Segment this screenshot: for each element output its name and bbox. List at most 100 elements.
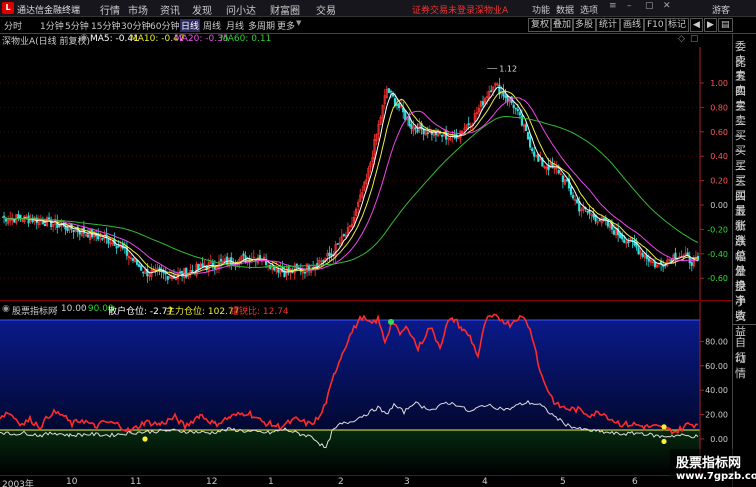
candle-body [219,258,223,262]
close-icon[interactable]: ✕ [663,1,671,11]
candle-body [514,107,517,110]
candle-body [645,255,648,260]
login-notice[interactable]: 证券交易未登录 [412,3,475,16]
period-30min[interactable]: 30分钟 [121,19,150,32]
candle-body [512,104,515,108]
candle-body [138,264,141,267]
candle-body [641,253,644,257]
candle-body [526,131,530,140]
app-name: 通达信金融终端 [17,6,81,16]
period-weekly[interactable]: 周线 [203,19,221,32]
indicator-y-tick-label: 40.00 [705,386,728,395]
candle-body [142,271,145,274]
restore-icon[interactable]: ▢ [645,1,654,11]
settings-icon[interactable]: ≡ [609,1,617,11]
panel-divider [0,300,732,301]
stock-name: 深物业A [475,6,509,16]
period-multi[interactable]: 多周期 [248,19,275,32]
menu-assistant[interactable]: 问小达 [226,2,256,17]
indicator-y-tick-label: 20.00 [705,411,728,420]
watermark-url: www.7gpzb.com [676,471,756,482]
menu-news[interactable]: 资讯 [160,2,180,17]
overlay-button[interactable]: 叠加 [550,18,575,32]
time-axis: 2003年 10 11 12 1 2 3 4 5 6 [0,475,732,487]
menu-wealth-circle[interactable]: 财富圈 [270,2,300,17]
candle-body [490,90,493,93]
menu-options[interactable]: 选项 [580,3,598,16]
period-15min[interactable]: 15分钟 [91,19,120,32]
period-daily[interactable]: 日线 [180,19,201,32]
menu-data[interactable]: 数据 [556,3,574,16]
candlestick-chart[interactable]: 1.00 0.80 0.60 0.40 0.20 0.00 -0.20 -0.40 -0.60 1… [0,47,732,300]
candle-body [690,262,693,266]
mark-button[interactable]: 标记 [665,18,690,32]
candle-body [97,234,100,240]
y-tick-label: -0.40 [707,250,728,259]
chart-expand-icon[interactable]: ▢ [690,34,699,44]
candle-body [410,124,413,129]
more-dropdown-icon[interactable]: ▼ [296,19,301,27]
menu-market[interactable]: 市场 [128,2,148,17]
f10-button[interactable]: F10 [644,18,667,32]
candle-body [107,238,110,244]
minimize-icon[interactable]: – [627,1,632,11]
axis-label-jun: 6 [632,477,638,487]
axis-label-2003: 2003年 [2,480,34,487]
candle-body [571,195,575,199]
multi-stock-button[interactable]: 多股 [572,18,597,32]
candle-body [395,103,399,106]
candle-body [674,252,677,260]
candle-body [201,263,204,267]
draw-line-button[interactable]: 画线 [620,18,645,32]
guest-label[interactable]: 游客 [712,3,730,16]
candle-body [13,219,16,223]
y-tick-label: 0.00 [710,201,728,210]
app-logo-icon: L [2,2,14,14]
chart-settings-icon[interactable]: ◉ [80,33,88,43]
panel-toggle-icon[interactable]: ▤ [718,18,733,32]
signal-dot [142,436,148,442]
stats-button[interactable]: 统计 [596,18,621,32]
candle-body [565,179,569,182]
axis-label-feb: 2 [338,477,344,487]
candle-body [426,132,429,134]
candle-body [58,225,61,227]
indicator-chart[interactable]: 80.00 60.00 40.00 20.00 0.00 [0,302,732,475]
menu-market-quotes[interactable]: 行情 [100,2,120,17]
menu-discover[interactable]: 发现 [192,2,212,17]
chart-option-icon[interactable]: ◇ [678,34,685,44]
menu-trade[interactable]: 交易 [316,2,336,17]
sidebar-quotes[interactable]: 行情 [735,349,756,381]
candle-body [242,253,245,256]
zoom-out-icon[interactable]: ◀ [690,18,703,32]
axis-label-apr: 4 [482,477,488,487]
candle-body [569,186,573,195]
ma20-line [1,97,699,275]
candle-body [135,260,139,265]
candle-body [4,218,8,222]
period-monthly[interactable]: 月线 [226,19,244,32]
candle-body [66,228,69,231]
adjust-button[interactable]: 复权 [528,18,553,32]
candle-body [117,245,120,247]
period-1min[interactable]: 1分钟 [40,19,64,32]
candle-body [398,103,401,109]
sidebar-divider [733,324,756,325]
indicator-y-tick-label: 60.00 [705,362,728,371]
menu-function[interactable]: 功能 [532,3,550,16]
zoom-in-icon[interactable]: ▶ [704,18,717,32]
period-60min[interactable]: 60分钟 [150,19,179,32]
candle-body [561,175,564,183]
period-tick[interactable]: 分时 [4,19,22,32]
candle-body [387,88,390,93]
axis-label-nov: 11 [130,477,142,487]
candle-body [619,233,622,238]
candle-body [516,109,519,112]
period-toolbar: 分时 1分钟 5分钟 15分钟 30分钟 60分钟 日线 周线 月线 多周期 更… [0,17,756,34]
period-5min[interactable]: 5分钟 [65,19,89,32]
candle-body [481,101,485,106]
candle-body [277,269,280,273]
period-more[interactable]: 更多 [277,19,295,32]
y-tick-label: 0.80 [710,103,728,112]
candle-body [47,217,51,220]
